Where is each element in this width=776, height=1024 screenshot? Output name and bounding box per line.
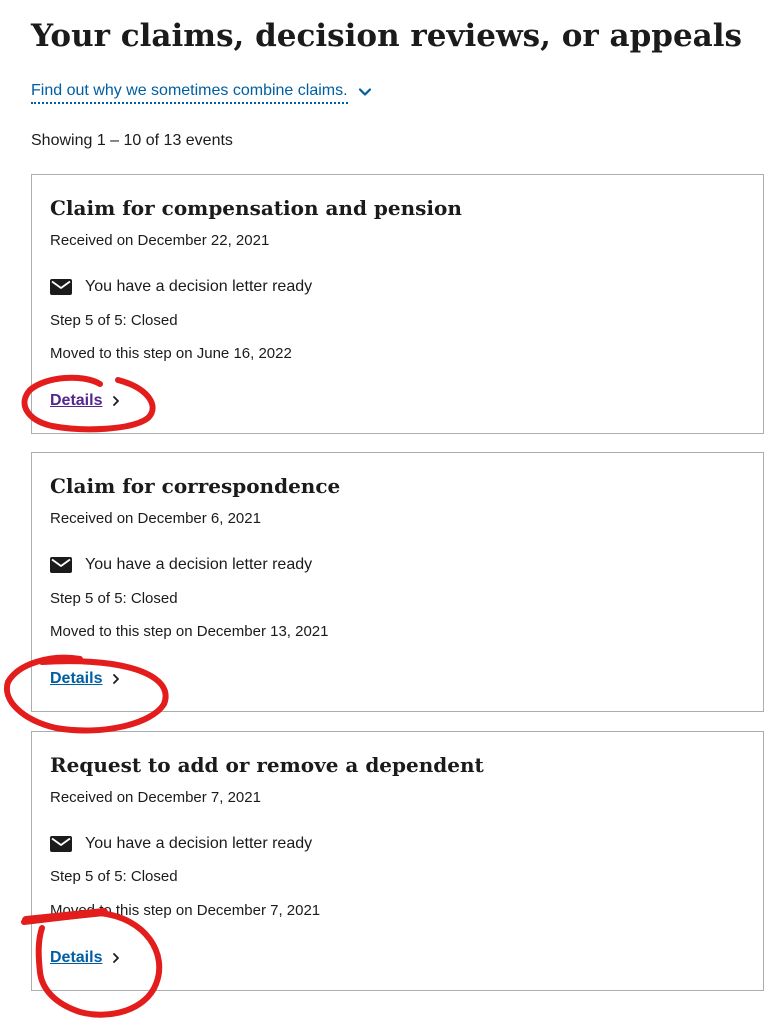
details-link[interactable]: Details	[50, 668, 122, 690]
claim-card: Claim for correspondence Received on Dec…	[31, 452, 764, 712]
claim-step: Step 5 of 5: Closed	[50, 590, 178, 607]
claim-received-date: Received on December 6, 2021	[50, 510, 261, 527]
envelope-icon	[50, 557, 72, 573]
claim-step: Step 5 of 5: Closed	[50, 868, 178, 885]
decision-letter-notice: You have a decision letter ready	[50, 554, 312, 576]
details-link-label[interactable]: Details	[50, 668, 102, 690]
chevron-down-icon	[358, 88, 371, 96]
claim-title: Request to add or remove a dependent	[50, 753, 484, 777]
decision-letter-text: You have a decision letter ready	[85, 556, 313, 573]
envelope-icon	[50, 836, 72, 852]
decision-letter-notice: You have a decision letter ready	[50, 276, 312, 298]
claim-moved-date: Moved to this step on December 7, 2021	[50, 902, 321, 919]
claim-received-date: Received on December 7, 2021	[50, 789, 261, 806]
details-link-label[interactable]: Details	[50, 390, 102, 412]
claim-card: Request to add or remove a dependent Rec…	[31, 731, 764, 991]
combine-claims-link[interactable]: Find out why we sometimes combine claims…	[31, 80, 348, 104]
decision-letter-notice: You have a decision letter ready	[50, 833, 312, 855]
results-count: Showing 1 – 10 of 13 events	[31, 132, 233, 149]
chevron-right-icon	[113, 396, 120, 406]
combine-claims-toggle[interactable]: Find out why we sometimes combine claims…	[31, 80, 373, 104]
claim-received-date: Received on December 22, 2021	[50, 232, 270, 249]
envelope-icon	[50, 279, 72, 295]
details-link[interactable]: Details	[50, 390, 122, 412]
claim-moved-date: Moved to this step on June 16, 2022	[50, 345, 292, 362]
chevron-right-icon	[113, 674, 120, 684]
page-title: Your claims, decision reviews, or appeal…	[31, 18, 742, 54]
claim-moved-date: Moved to this step on December 13, 2021	[50, 623, 329, 640]
details-link-label[interactable]: Details	[50, 947, 102, 969]
claim-card: Claim for compensation and pension Recei…	[31, 174, 764, 434]
claim-title: Claim for compensation and pension	[50, 196, 462, 220]
claim-title: Claim for correspondence	[50, 474, 341, 498]
claim-step: Step 5 of 5: Closed	[50, 312, 178, 329]
details-link[interactable]: Details	[50, 947, 122, 969]
decision-letter-text: You have a decision letter ready	[85, 835, 313, 852]
decision-letter-text: You have a decision letter ready	[85, 278, 313, 295]
chevron-right-icon	[113, 953, 120, 963]
